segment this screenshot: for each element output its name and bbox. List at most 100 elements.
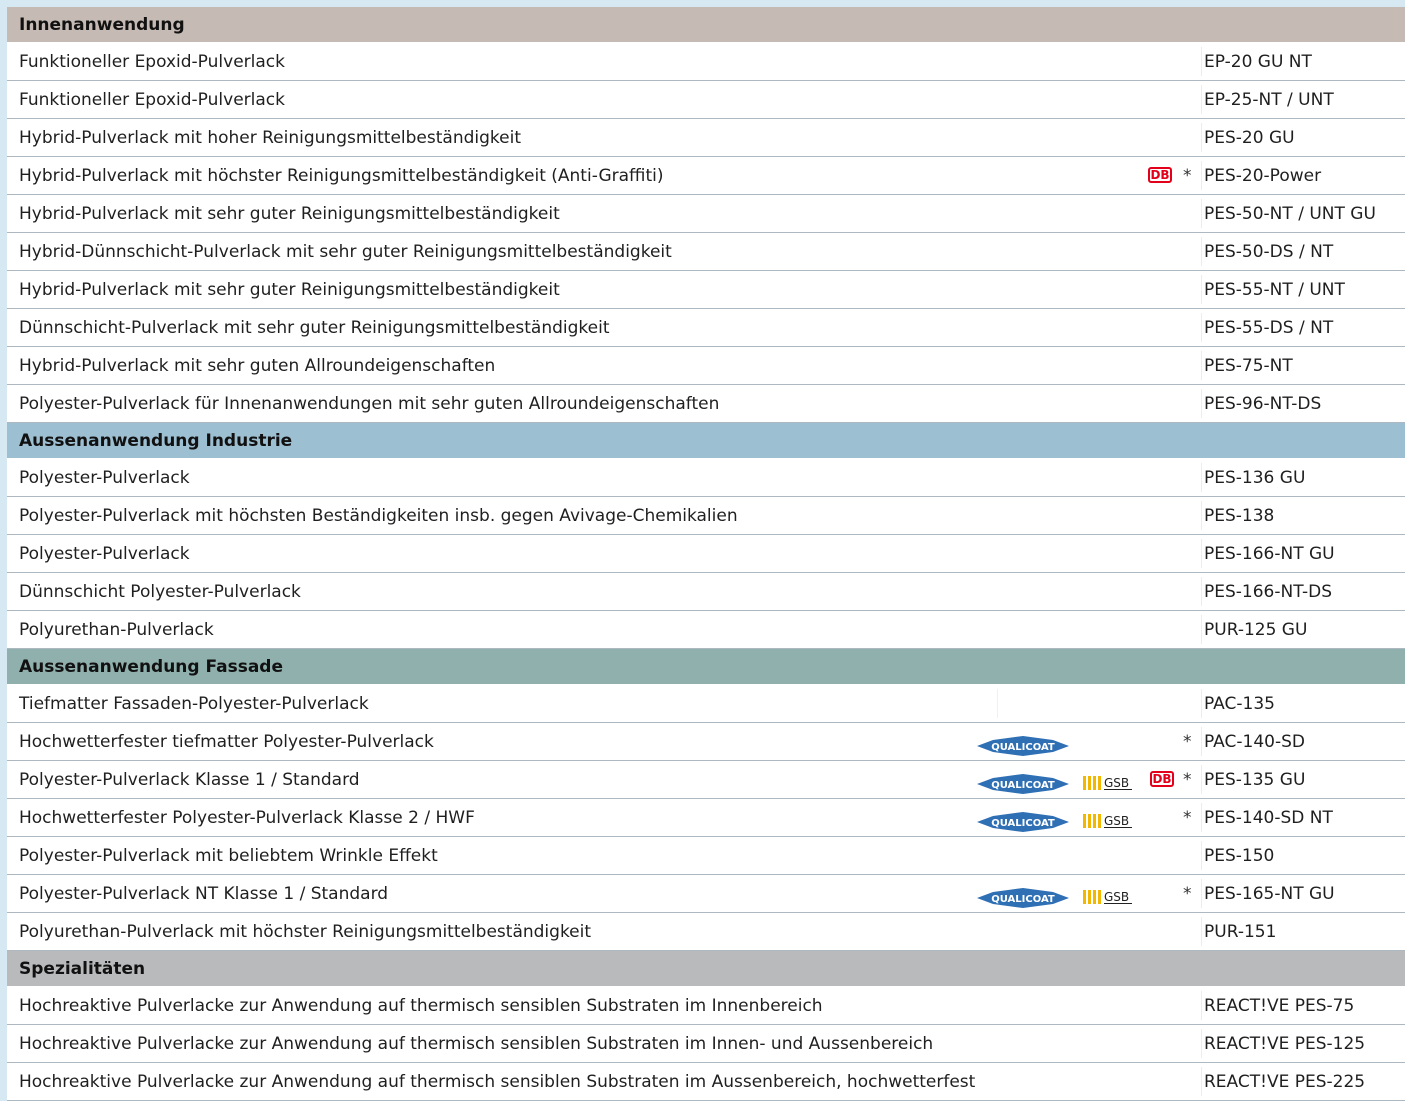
product-description: Hochreaktive Pulverlacke zur Anwendung a…: [19, 1072, 976, 1092]
product-code: PES-138: [1204, 506, 1275, 526]
table-row: Dünnschicht Polyester-Pulverlack PES-166-…: [7, 573, 1405, 611]
product-code: PES-150: [1204, 846, 1275, 866]
product-description: Hybrid-Pulverlack mit hoher Reinigungsmi…: [19, 128, 521, 148]
product-description: Polyester-Pulverlack Klasse 1 / Standard: [19, 770, 360, 790]
product-description: Polyurethan-Pulverlack: [19, 620, 214, 640]
table-row: Polyurethan-Pulverlack mit höchster Rein…: [7, 913, 1405, 951]
product-description: Polyester-Pulverlack mit beliebtem Wrink…: [19, 846, 438, 866]
cell-divider: [1201, 577, 1202, 606]
cell-divider: [1201, 727, 1202, 756]
footnote-star: *: [1183, 808, 1192, 828]
cell-divider: [1201, 389, 1202, 418]
product-table: Innenanwendung Funktioneller Epoxid-Pulve…: [7, 7, 1405, 1101]
table-row: Funktioneller Epoxid-Pulverlack EP-20 GU …: [7, 43, 1405, 81]
product-code: PES-50-DS / NT: [1204, 242, 1334, 262]
cell-divider: [1201, 275, 1202, 304]
product-code: REACT!VE PES-225: [1204, 1072, 1366, 1092]
cell-divider: [1201, 803, 1202, 832]
product-description: Hochwetterfester tiefmatter Polyester-Pu…: [19, 732, 434, 752]
product-code: REACT!VE PES-75: [1204, 996, 1355, 1016]
table-row: Hochreaktive Pulverlacke zur Anwendung a…: [7, 1025, 1405, 1063]
cell-divider: [1201, 501, 1202, 530]
svg-text:QUALICOAT: QUALICOAT: [991, 780, 1055, 791]
table-row: Hochwetterfester Polyester-Pulverlack Kl…: [7, 799, 1405, 837]
table-row: Hybrid-Pulverlack mit hoher Reinigungsmi…: [7, 119, 1405, 157]
cell-divider: [1201, 161, 1202, 190]
product-code: PES-20 GU: [1204, 128, 1295, 148]
cell-divider: [1201, 47, 1202, 76]
table-row: Polyester-Pulverlack mit höchsten Bestän…: [7, 497, 1405, 535]
footnote-star: *: [1183, 732, 1192, 752]
table-row: Polyurethan-Pulverlack PUR-125 GU: [7, 611, 1405, 649]
product-code: EP-25-NT / UNT: [1204, 90, 1334, 110]
product-description: Polyester-Pulverlack mit höchsten Bestän…: [19, 506, 738, 526]
cell-divider: [1201, 85, 1202, 114]
product-description: Hybrid-Pulverlack mit sehr guter Reinigu…: [19, 204, 560, 224]
product-description: Polyester-Pulverlack für Innenanwendunge…: [19, 394, 720, 414]
table-row: Polyester-Pulverlack NT Klasse 1 / Stand…: [7, 875, 1405, 913]
table-row: Hybrid-Pulverlack mit sehr guten Allroun…: [7, 347, 1405, 385]
product-code: EP-20 GU NT: [1204, 52, 1312, 72]
cell-divider: [1201, 463, 1202, 492]
cell-divider: [1201, 1067, 1202, 1096]
product-code: PES-20-Power: [1204, 166, 1322, 186]
product-code: PUR-125 GU: [1204, 620, 1308, 640]
db-badge: DB: [1148, 167, 1172, 183]
table-row: Hybrid-Pulverlack mit sehr guter Reinigu…: [7, 195, 1405, 233]
section-header: Spezialitäten: [7, 951, 1405, 987]
product-description: Polyurethan-Pulverlack mit höchster Rein…: [19, 922, 592, 942]
product-description: Hochreaktive Pulverlacke zur Anwendung a…: [19, 996, 823, 1016]
section-header: Innenanwendung: [7, 7, 1405, 43]
cell-divider: [1201, 917, 1202, 946]
table-section: Spezialitäten Hochreaktive Pulverlacke zu…: [7, 951, 1405, 1101]
table-row: Hybrid-Dünnschicht-Pulverlack mit sehr g…: [7, 233, 1405, 271]
product-description: Hochreaktive Pulverlacke zur Anwendung a…: [19, 1034, 934, 1054]
cell-divider: [1201, 615, 1202, 644]
table-row: Polyester-Pulverlack Klasse 1 / Standard…: [7, 761, 1405, 799]
qualicoat-logo: QUALICOAT: [977, 808, 1069, 832]
svg-text:QUALICOAT: QUALICOAT: [991, 818, 1055, 829]
section-header: Aussenanwendung Fassade: [7, 649, 1405, 685]
product-code: PES-136 GU: [1204, 468, 1306, 488]
cell-divider: [1201, 689, 1202, 718]
product-code: REACT!VE PES-125: [1204, 1034, 1366, 1054]
product-description: Hybrid-Pulverlack mit höchster Reinigung…: [19, 166, 664, 186]
cell-divider: [1201, 765, 1202, 794]
table-section: Aussenanwendung Industrie Polyester-Pulve…: [7, 423, 1405, 649]
cell-divider: [1201, 237, 1202, 266]
product-code: PAC-140-SD: [1204, 732, 1305, 752]
product-code: PES-166-NT-DS: [1204, 582, 1333, 602]
product-description: Dünnschicht Polyester-Pulverlack: [19, 582, 301, 602]
section-header: Aussenanwendung Industrie: [7, 423, 1405, 459]
table-row: Polyester-Pulverlack mit beliebtem Wrink…: [7, 837, 1405, 875]
cell-divider: [997, 689, 998, 718]
svg-text:GSB: GSB: [1104, 776, 1129, 790]
cell-divider: [1201, 1029, 1202, 1058]
table-section: Aussenanwendung Fassade Tiefmatter Fassad…: [7, 649, 1405, 951]
product-code: PES-96-NT-DS: [1204, 394, 1322, 414]
table-row: Hybrid-Pulverlack mit höchster Reinigung…: [7, 157, 1405, 195]
table-row: Funktioneller Epoxid-Pulverlack EP-25-NT …: [7, 81, 1405, 119]
product-description: Polyester-Pulverlack NT Klasse 1 / Stand…: [19, 884, 389, 904]
table-row: Dünnschicht-Pulverlack mit sehr guter Re…: [7, 309, 1405, 347]
svg-text:QUALICOAT: QUALICOAT: [991, 894, 1055, 905]
product-description: Hybrid-Dünnschicht-Pulverlack mit sehr g…: [19, 242, 672, 262]
product-code: PES-55-NT / UNT: [1204, 280, 1345, 300]
svg-text:QUALICOAT: QUALICOAT: [991, 742, 1055, 753]
qualicoat-logo: QUALICOAT: [977, 732, 1069, 756]
qualicoat-logo: QUALICOAT: [977, 770, 1069, 794]
cell-divider: [1201, 313, 1202, 342]
product-code: PES-55-DS / NT: [1204, 318, 1334, 338]
product-description: Polyester-Pulverlack: [19, 468, 190, 488]
product-code: PES-165-NT GU: [1204, 884, 1335, 904]
product-description: Hybrid-Pulverlack mit sehr guter Reinigu…: [19, 280, 560, 300]
table-section: Innenanwendung Funktioneller Epoxid-Pulve…: [7, 7, 1405, 423]
table-row: Hochwetterfester tiefmatter Polyester-Pu…: [7, 723, 1405, 761]
product-description: Polyester-Pulverlack: [19, 544, 190, 564]
qualicoat-logo: QUALICOAT: [977, 884, 1069, 908]
product-code: PAC-135: [1204, 694, 1275, 714]
cell-divider: [1201, 539, 1202, 568]
svg-text:GSB: GSB: [1104, 814, 1129, 828]
cell-divider: [1201, 199, 1202, 228]
footnote-star: *: [1183, 166, 1192, 186]
